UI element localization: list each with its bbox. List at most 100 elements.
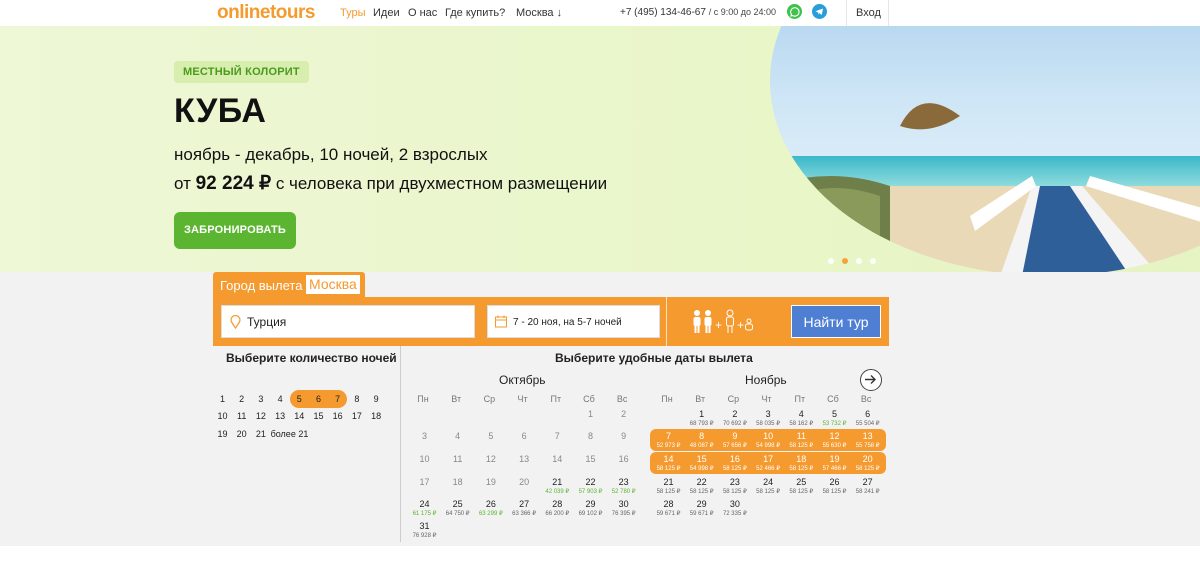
calendar-day[interactable]: 12 55 630 ₽ <box>818 430 851 452</box>
nights-option[interactable]: 16 <box>328 407 347 425</box>
slider-dot[interactable] <box>870 258 876 264</box>
calendar-day[interactable]: 3 58 035 ₽ <box>752 408 785 430</box>
calendar-day[interactable]: 13 55 758 ₽ <box>851 430 884 452</box>
calendar-day[interactable]: 4 <box>441 430 474 452</box>
calendar-day[interactable]: 1 <box>574 408 607 430</box>
nights-option[interactable]: 9 <box>367 390 386 408</box>
nights-option[interactable]: 4 <box>271 390 290 408</box>
calendar-day[interactable]: 9 57 656 ₽ <box>718 430 751 452</box>
calendar-day[interactable]: 14 <box>541 453 574 475</box>
nights-option[interactable]: 20 <box>232 425 251 443</box>
calendar-day[interactable]: 13 <box>508 453 541 475</box>
calendar-day[interactable]: 27 63 366 ₽ <box>508 498 541 520</box>
calendar-day[interactable]: 30 72 335 ₽ <box>718 498 751 520</box>
nights-option[interactable]: 15 <box>309 407 328 425</box>
nights-option[interactable]: 14 <box>290 407 309 425</box>
nav-about[interactable]: О нас <box>408 7 437 19</box>
calendar-day[interactable]: 17 <box>408 476 441 498</box>
nights-option[interactable]: 21 <box>251 425 270 443</box>
nights-option[interactable]: 8 <box>347 390 366 408</box>
calendar-day[interactable]: 2 70 692 ₽ <box>718 408 751 430</box>
logo[interactable]: onlinetours <box>217 2 315 24</box>
nights-option[interactable]: 1 <box>213 390 232 408</box>
calendar-day[interactable]: 8 <box>574 430 607 452</box>
calendar-day[interactable]: 22 57 903 ₽ <box>574 476 607 498</box>
calendar-day[interactable]: 14 58 125 ₽ <box>652 453 685 475</box>
nights-option[interactable]: 13 <box>271 407 290 425</box>
nav-tours[interactable]: Туры <box>340 7 366 19</box>
calendar-day[interactable]: 2 <box>607 408 640 430</box>
calendar-day[interactable]: 23 52 780 ₽ <box>607 476 640 498</box>
nights-option[interactable]: 11 <box>232 407 251 425</box>
phone-block[interactable]: +7 (495) 134-46-67 / с 9:00 до 24:00 <box>620 7 776 18</box>
phone-number[interactable]: +7 (495) 134-46-67 <box>620 7 706 18</box>
calendar-day[interactable]: 7 <box>541 430 574 452</box>
calendar-day[interactable]: 16 58 125 ₽ <box>718 453 751 475</box>
calendar-day[interactable]: 30 76 395 ₽ <box>607 498 640 520</box>
calendar-day[interactable]: 31 76 928 ₽ <box>408 520 441 542</box>
calendar-day[interactable]: 26 58 125 ₽ <box>818 476 851 498</box>
book-button[interactable]: ЗАБРОНИРОВАТЬ <box>174 212 296 249</box>
calendar-day[interactable]: 16 <box>607 453 640 475</box>
nights-option[interactable]: 19 <box>213 425 232 443</box>
dates-field[interactable]: 7 - 20 ноя, на 5-7 ночей <box>487 305 660 338</box>
calendar-day[interactable]: 25 64 750 ₽ <box>441 498 474 520</box>
calendar-day[interactable]: 10 54 998 ₽ <box>752 430 785 452</box>
calendar-day[interactable]: 22 58 125 ₽ <box>685 476 718 498</box>
calendar-day[interactable]: 5 53 732 ₽ <box>818 408 851 430</box>
calendar-day[interactable]: 23 58 125 ₽ <box>718 476 751 498</box>
nights-option[interactable]: 5 <box>290 390 309 408</box>
calendar-day[interactable]: 15 <box>574 453 607 475</box>
calendar-day[interactable]: 7 52 973 ₽ <box>652 430 685 452</box>
nights-option[interactable]: 3 <box>251 390 270 408</box>
calendar-day[interactable]: 9 <box>607 430 640 452</box>
calendar-day[interactable]: 18 <box>441 476 474 498</box>
calendar-day[interactable]: 11 58 125 ₽ <box>785 430 818 452</box>
nav-where-to-buy[interactable]: Где купить? <box>445 7 505 19</box>
nav-ideas[interactable]: Идеи <box>373 7 400 19</box>
telegram-icon[interactable] <box>812 4 827 19</box>
calendar-day[interactable]: 19 57 466 ₽ <box>818 453 851 475</box>
departure-city[interactable]: Москва <box>306 275 360 294</box>
nights-option[interactable]: 18 <box>367 407 386 425</box>
calendar-day[interactable]: 1 68 793 ₽ <box>685 408 718 430</box>
calendar-day[interactable]: 11 <box>441 453 474 475</box>
nights-option[interactable]: 7 <box>328 390 347 408</box>
nights-option[interactable]: 6 <box>309 390 328 408</box>
calendar-day[interactable]: 21 42 039 ₽ <box>541 476 574 498</box>
nights-option[interactable]: 17 <box>347 407 366 425</box>
calendar-day[interactable]: 12 <box>474 453 507 475</box>
whatsapp-icon[interactable] <box>787 4 802 19</box>
calendar-day[interactable]: 10 <box>408 453 441 475</box>
calendar-day[interactable]: 27 58 241 ₽ <box>851 476 884 498</box>
calendar-day[interactable]: 6 <box>508 430 541 452</box>
calendar-day[interactable]: 3 <box>408 430 441 452</box>
calendar-day[interactable]: 18 58 125 ₽ <box>785 453 818 475</box>
calendar-day[interactable]: 29 69 102 ₽ <box>574 498 607 520</box>
city-selector[interactable]: Москва ↓ <box>516 7 562 19</box>
nights-option[interactable]: более 21 <box>271 425 316 443</box>
calendar-day[interactable]: 5 <box>474 430 507 452</box>
calendar-day[interactable]: 25 58 125 ₽ <box>785 476 818 498</box>
calendar-day[interactable]: 20 58 125 ₽ <box>851 453 884 475</box>
next-month-button[interactable] <box>860 369 882 391</box>
calendar-day[interactable]: 29 59 671 ₽ <box>685 498 718 520</box>
calendar-day[interactable]: 19 <box>474 476 507 498</box>
country-field[interactable]: Турция <box>221 305 475 338</box>
passengers-selector[interactable]: + + <box>692 309 767 340</box>
calendar-day[interactable]: 4 58 162 ₽ <box>785 408 818 430</box>
login-link[interactable]: Вход <box>856 7 881 19</box>
nights-option[interactable]: 2 <box>232 390 251 408</box>
slider-dot[interactable] <box>856 258 862 264</box>
calendar-day[interactable]: 8 48 087 ₽ <box>685 430 718 452</box>
calendar-day[interactable]: 26 63 299 ₽ <box>474 498 507 520</box>
slider-dot-active[interactable] <box>842 258 848 264</box>
calendar-day[interactable]: 17 52 466 ₽ <box>752 453 785 475</box>
calendar-day[interactable]: 28 66 200 ₽ <box>541 498 574 520</box>
calendar-day[interactable]: 24 58 125 ₽ <box>752 476 785 498</box>
nights-option[interactable]: 10 <box>213 407 232 425</box>
calendar-day[interactable]: 21 58 125 ₽ <box>652 476 685 498</box>
calendar-day[interactable]: 15 54 998 ₽ <box>685 453 718 475</box>
nights-option[interactable]: 12 <box>251 407 270 425</box>
slider-dot[interactable] <box>828 258 834 264</box>
